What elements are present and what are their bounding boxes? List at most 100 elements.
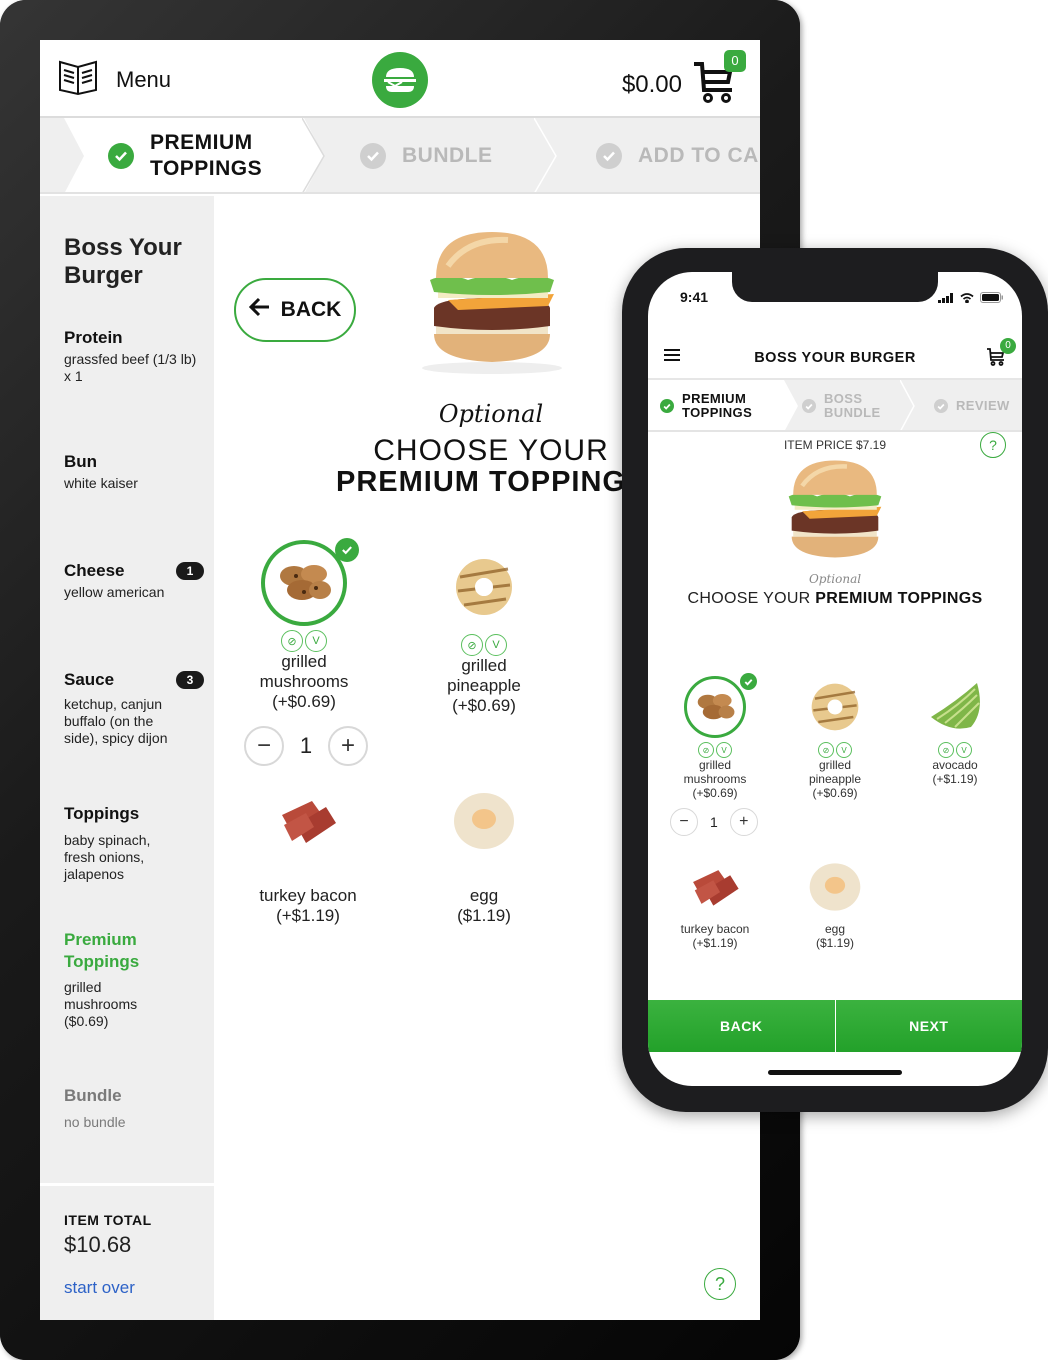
step-divider <box>302 118 325 192</box>
phone-topping-grilled-pineapple[interactable]: ⊘ V grilled pineapple (+$0.69) <box>780 676 890 800</box>
phone-burger-image <box>772 456 898 568</box>
decrement-button[interactable]: − <box>670 808 698 836</box>
cart-icon[interactable]: 0 <box>692 50 746 106</box>
topping-price: (+$1.19) <box>932 772 978 786</box>
topping-price: ($1.19) <box>457 906 511 925</box>
check-icon <box>596 143 622 169</box>
step-bundle[interactable]: BUNDLE <box>360 118 493 192</box>
phone-notch <box>732 272 938 302</box>
section-title-line2: Toppings <box>64 952 140 971</box>
vegan-icon: V <box>485 634 507 656</box>
step-label-line2: TOPPINGS <box>150 157 263 180</box>
topping-image <box>804 676 866 738</box>
step-premium-toppings[interactable]: PREMIUM TOPPINGS <box>108 118 263 192</box>
section-value: baby spinach, fresh onions, jalapenos <box>64 832 151 882</box>
step-add-to-cart[interactable]: ADD TO CA <box>596 118 759 192</box>
sidebar-item-cheese[interactable]: Cheese 1 yellow american <box>64 561 204 601</box>
step-label: ADD TO CA <box>638 144 759 167</box>
phone-step-premium-toppings[interactable]: PREMIUM TOPPINGS <box>660 380 752 430</box>
topping-image <box>261 538 359 626</box>
phone-step-review[interactable]: REVIEW <box>934 380 1010 430</box>
step-divider <box>900 380 915 430</box>
optional-label: Optional <box>438 400 544 428</box>
step-label: BUNDLE <box>402 144 493 167</box>
topping-item-grilled-mushrooms[interactable]: ⊘ V grilled mushrooms (+$0.69) <box>224 538 384 712</box>
menu-button[interactable]: Menu <box>58 58 171 101</box>
topping-name: turkey bacon (+$1.19) <box>680 922 750 950</box>
phone-help-button[interactable]: ? <box>980 432 1006 458</box>
sidebar-item-sauce[interactable]: Sauce 3 ketchup, canjun buffalo (on the … <box>64 670 204 747</box>
topping-item-turkey-bacon[interactable]: turkey bacon (+$1.19) <box>228 778 388 926</box>
check-icon <box>802 399 816 413</box>
increment-button[interactable]: + <box>328 726 368 766</box>
topping-image <box>684 856 746 918</box>
back-button[interactable]: BACK <box>234 278 356 342</box>
topping-price: ($1.19) <box>815 936 855 950</box>
phone-screen: 9:41 BOSS YOUR BURGER 0 PREMIUM TOPPINGS… <box>648 272 1022 1086</box>
step-label-line1: PREMIUM <box>150 131 253 154</box>
dietary-icons: ⊘ V <box>780 742 890 758</box>
phone-topping-avocado[interactable]: ⊘ V avocado (+$1.19) <box>900 676 1010 786</box>
topping-image <box>441 544 527 630</box>
phone-back-button[interactable]: BACK <box>648 1000 835 1052</box>
step-divider <box>534 118 557 192</box>
burger-logo-icon[interactable] <box>372 52 428 108</box>
section-title: Protein <box>64 328 123 347</box>
count-badge: 1 <box>176 562 204 580</box>
phone-progress-steps: PREMIUM TOPPINGS BOSS BUNDLE REVIEW <box>648 380 1022 432</box>
cart-area[interactable]: $0.00 0 <box>622 50 746 106</box>
topping-image <box>804 856 866 918</box>
phone-topping-turkey-bacon[interactable]: turkey bacon (+$1.19) <box>660 856 770 950</box>
burger-image <box>408 226 576 376</box>
dietary-icons: ⊘ V <box>224 630 384 652</box>
home-indicator[interactable] <box>768 1070 902 1075</box>
phone-next-button[interactable]: NEXT <box>834 1000 1023 1052</box>
decrement-button[interactable]: − <box>244 726 284 766</box>
topping-name: egg ($1.19) <box>815 922 855 950</box>
phone-device: 9:41 BOSS YOUR BURGER 0 PREMIUM TOPPINGS… <box>622 248 1048 1112</box>
sidebar-item-bundle[interactable]: Bundle no bundle <box>64 1086 204 1131</box>
dietary-icons: ⊘ V <box>404 634 564 656</box>
sidebar-item-toppings[interactable]: Toppings baby spinach, fresh onions, jal… <box>64 804 204 883</box>
item-total-label: ITEM TOTAL <box>64 1212 152 1228</box>
phone-cart-icon[interactable]: 0 <box>986 338 1016 366</box>
sidebar-item-premium-toppings[interactable]: Premium Toppings grilled mushrooms ($0.6… <box>64 929 204 1030</box>
section-value: no bundle <box>64 1114 126 1130</box>
phone-topping-egg[interactable]: egg ($1.19) <box>780 856 890 950</box>
help-button[interactable]: ? <box>704 1268 736 1300</box>
phone-title: BOSS YOUR BURGER <box>754 350 916 366</box>
check-icon <box>934 399 948 413</box>
section-title-line1: Premium <box>64 930 137 949</box>
quantity-stepper: − 1 + <box>244 726 368 766</box>
gluten-free-icon: ⊘ <box>461 634 483 656</box>
start-over-link[interactable]: start over <box>64 1278 135 1298</box>
topping-name: grilled mushrooms (+$0.69) <box>259 652 349 711</box>
topping-name: avocado (+$1.19) <box>932 758 978 786</box>
phone-quantity-stepper: − 1 + <box>670 808 758 836</box>
topping-name: turkey bacon (+$1.19) <box>259 886 357 925</box>
section-value: white kaiser <box>64 475 138 491</box>
section-value: yellow american <box>64 584 165 600</box>
section-title: Bun <box>64 452 98 471</box>
topping-price: (+$0.69) <box>812 786 858 800</box>
vegan-icon: V <box>956 742 972 758</box>
topping-item-grilled-pineapple[interactable]: ⊘ V grilled pineapple (+$0.69) <box>404 544 564 716</box>
topping-name: grilled pineapple (+$0.69) <box>447 656 521 715</box>
item-total-value: $10.68 <box>64 1232 132 1257</box>
phone-topping-grilled-mushrooms[interactable]: ⊘ V grilled mushrooms (+$0.69) <box>660 673 770 800</box>
battery-icon <box>980 290 1004 308</box>
phone-bottom-bar: BACK NEXT <box>648 1000 1022 1052</box>
menu-label: Menu <box>116 66 172 92</box>
topping-name: egg ($1.19) <box>457 886 511 925</box>
sidebar-item-protein[interactable]: Protein grassfed beef (1/3 lb) x 1 <box>64 328 204 385</box>
check-icon <box>360 143 386 169</box>
sidebar-item-bun[interactable]: Bun white kaiser <box>64 452 204 492</box>
increment-button[interactable]: + <box>729 808 758 836</box>
topping-image <box>924 676 986 738</box>
topping-price: (+$0.69) <box>272 692 336 711</box>
gluten-free-icon: ⊘ <box>938 742 954 758</box>
phone-step-boss-bundle[interactable]: BOSS BUNDLE <box>802 380 881 430</box>
status-icons <box>938 290 1004 308</box>
topping-name: grilled pineapple (+$0.69) <box>808 758 862 800</box>
topping-item-egg[interactable]: egg ($1.19) <box>404 778 564 926</box>
